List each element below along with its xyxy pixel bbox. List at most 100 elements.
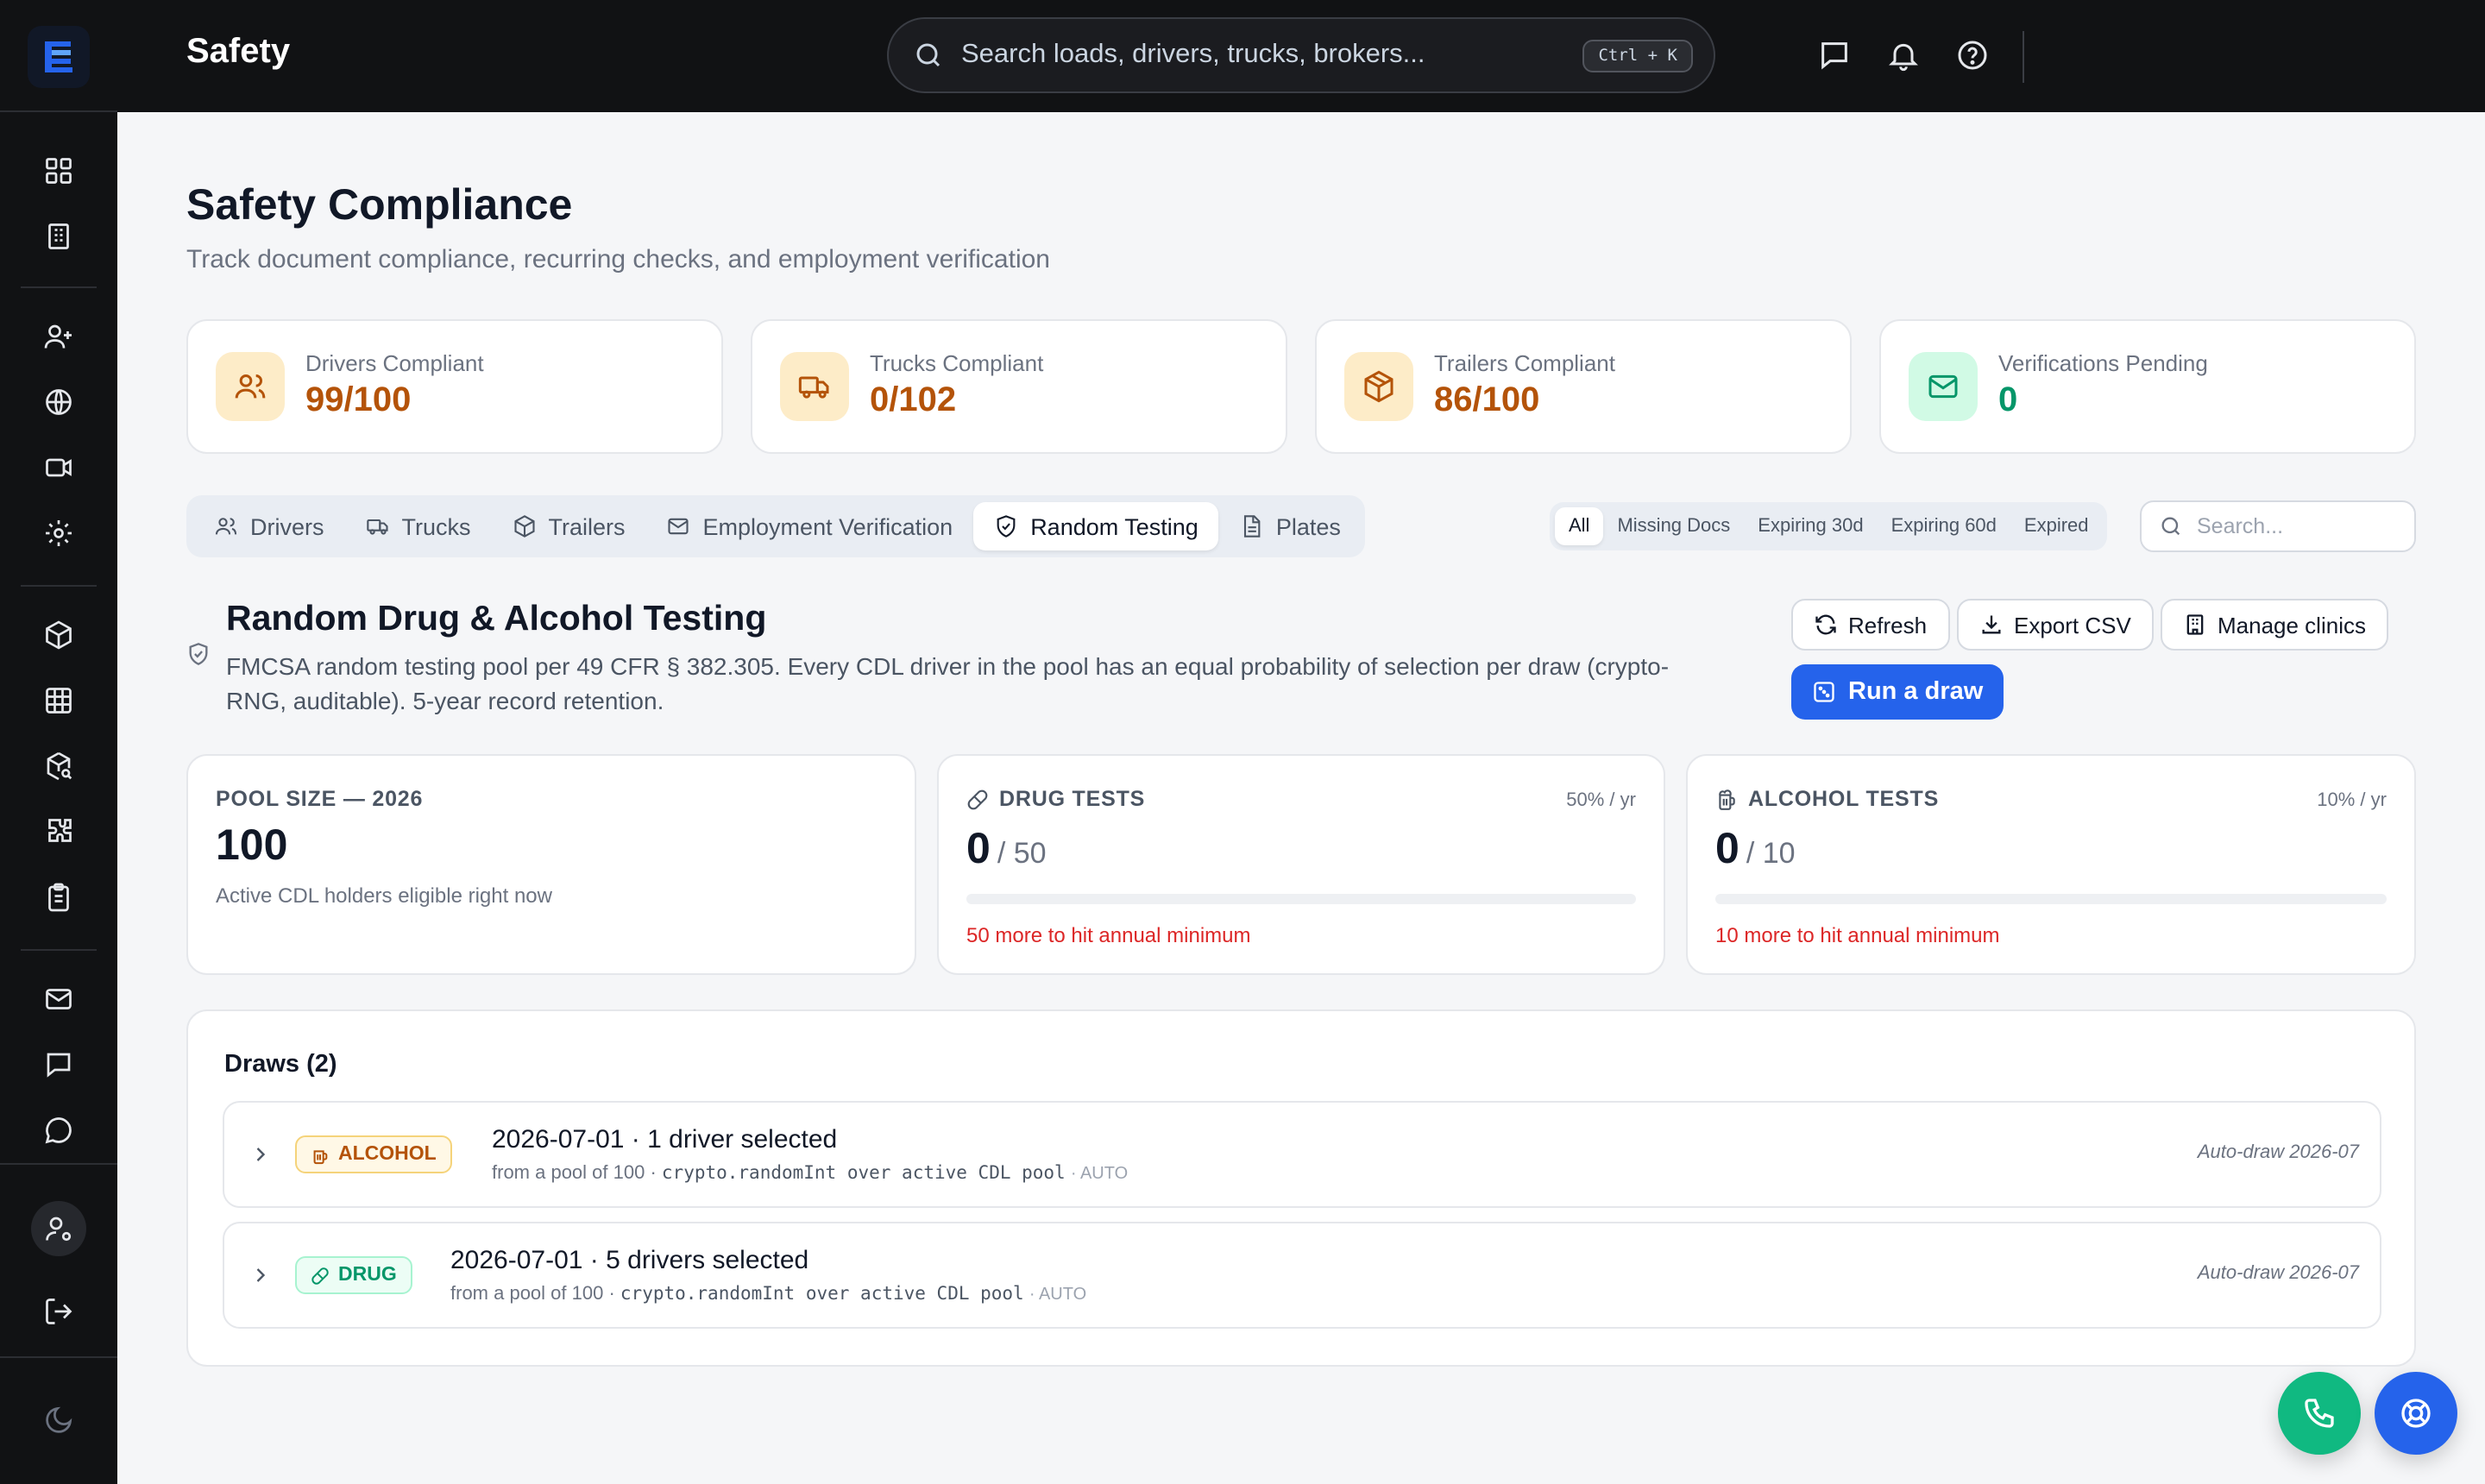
- alcohol-warning: 10 more to hit annual minimum: [1715, 923, 2000, 947]
- kpi-label: Drivers Compliant: [305, 350, 484, 376]
- drug-target: / 50: [997, 837, 1047, 870]
- sidebar-item-messages[interactable]: [28, 1034, 90, 1096]
- draw-headline: 2026-07-01 · 1 driver selected: [492, 1125, 838, 1154]
- draws-panel: Draws (2) ALCOHOL 2026-07-01 · 1 driver …: [186, 1009, 2416, 1367]
- help-button[interactable]: [1952, 35, 1993, 76]
- user-plus-icon: [44, 324, 72, 349]
- page-title: Safety Compliance: [186, 181, 573, 230]
- table-search[interactable]: [2140, 500, 2416, 552]
- dice-icon: [1814, 682, 1834, 702]
- stat-label: DRUG TESTS: [999, 787, 1146, 811]
- tab-trailers[interactable]: Trailers: [492, 502, 646, 550]
- sidebar-item-video[interactable]: [28, 437, 90, 499]
- sidebar-item-chat[interactable]: [28, 1099, 90, 1161]
- kpi-label: Trailers Compliant: [1434, 350, 1615, 376]
- truck-icon: [798, 376, 829, 399]
- support-fab[interactable]: [2375, 1372, 2457, 1455]
- tab-trucks[interactable]: Trucks: [345, 502, 492, 550]
- notifications-button[interactable]: [1883, 35, 1924, 76]
- export-csv-button[interactable]: Export CSV: [1957, 599, 2154, 651]
- sidebar-item-network[interactable]: [28, 371, 90, 433]
- video-icon: [46, 458, 72, 477]
- sidebar-item-mail[interactable]: [28, 968, 90, 1030]
- page-subtitle: Track document compliance, recurring che…: [186, 245, 1050, 274]
- truck-icon: [366, 519, 388, 535]
- tab-plates[interactable]: Plates: [1219, 502, 1362, 550]
- sidebar-item-logout[interactable]: [28, 1280, 90, 1343]
- sidebar-item-packages[interactable]: [28, 604, 90, 666]
- draw-row-alcohol[interactable]: ALCOHOL 2026-07-01 · 1 driver selected f…: [223, 1101, 2381, 1208]
- kpi-card-trucks[interactable]: Trucks Compliant 0/102: [751, 319, 1287, 454]
- building-icon: [48, 223, 69, 249]
- run-draw-label: Run a draw: [1848, 678, 1984, 706]
- draw-type-label: ALCOHOL: [338, 1144, 437, 1165]
- export-csv-label: Export CSV: [2014, 612, 2131, 638]
- draw-type-badge: ALCOHOL: [295, 1135, 452, 1173]
- stat-label: POOL SIZE — 2026: [216, 787, 424, 811]
- drug-done: 0: [966, 825, 991, 873]
- call-fab[interactable]: [2278, 1372, 2361, 1455]
- beer-icon: [1719, 789, 1735, 809]
- kpi-card-trailers[interactable]: Trailers Compliant 86/100: [1315, 319, 1852, 454]
- kpi-value: 0/102: [870, 381, 957, 419]
- draw-mode: · AUTO: [1070, 1165, 1129, 1184]
- logo-icon: [45, 41, 72, 72]
- topbar-title: Safety: [186, 33, 291, 71]
- sidebar-item-inventory[interactable]: [28, 735, 90, 797]
- kpi-card-verifications[interactable]: Verifications Pending 0: [1879, 319, 2416, 454]
- messages-button[interactable]: [1814, 35, 1855, 76]
- moon-icon: [46, 1406, 72, 1433]
- draw-method: crypto.randomInt over active CDL pool: [620, 1284, 1024, 1305]
- clipboard-icon: [48, 883, 69, 912]
- sidebar-divider: [0, 1163, 117, 1165]
- kpi-label: Verifications Pending: [1998, 350, 2208, 376]
- global-search[interactable]: Search loads, drivers, trucks, brokers..…: [887, 17, 1715, 93]
- sidebar-item-settings[interactable]: [28, 502, 90, 564]
- sidebar-divider: [21, 286, 97, 288]
- shield-check-icon: [189, 643, 208, 665]
- drug-rate: 50% / yr: [1566, 790, 1636, 811]
- life-buoy-icon: [2401, 1399, 2431, 1428]
- filter-expired[interactable]: Expired: [2010, 507, 2103, 545]
- draw-method: crypto.randomInt over active CDL pool: [661, 1163, 1066, 1184]
- sidebar-divider: [0, 1356, 117, 1358]
- kpi-label: Trucks Compliant: [870, 350, 1044, 376]
- topbar: Safety Search loads, drivers, trucks, br…: [117, 0, 2485, 112]
- run-draw-button[interactable]: Run a draw: [1791, 664, 2004, 720]
- sidebar-divider: [0, 110, 117, 112]
- search-icon: [2161, 517, 2180, 536]
- sidebar-item-companies[interactable]: [28, 205, 90, 267]
- sidebar-item-table[interactable]: [28, 670, 90, 732]
- tab-label: Random Testing: [1030, 513, 1198, 539]
- filter-missing-docs[interactable]: Missing Docs: [1603, 507, 1744, 545]
- sidebar-item-integrations[interactable]: [28, 801, 90, 863]
- app-logo[interactable]: [28, 26, 90, 88]
- users-icon: [215, 518, 237, 535]
- chevron-right-icon[interactable]: [248, 1142, 273, 1166]
- drug-count: 0/ 50: [966, 825, 1047, 875]
- document-icon: [1244, 515, 1261, 538]
- sidebar-item-account[interactable]: [31, 1201, 86, 1256]
- draw-details: from a pool of 100 · crypto.randomInt ov…: [492, 1163, 1128, 1184]
- tab-random-testing[interactable]: Random Testing: [973, 502, 1219, 550]
- tab-employment-verification[interactable]: Employment Verification: [646, 502, 974, 550]
- sidebar-item-add-user[interactable]: [28, 305, 90, 368]
- filter-expiring-30d[interactable]: Expiring 30d: [1744, 507, 1877, 545]
- refresh-button[interactable]: Refresh: [1791, 599, 1950, 651]
- draw-row-drug[interactable]: DRUG 2026-07-01 · 5 drivers selected fro…: [223, 1222, 2381, 1329]
- gear-icon: [46, 520, 72, 546]
- theme-toggle[interactable]: [28, 1389, 90, 1451]
- kpi-icon-wrap: [1909, 352, 1978, 421]
- filter-expiring-60d[interactable]: Expiring 60d: [1878, 507, 2010, 545]
- table-search-input[interactable]: [2197, 514, 2387, 538]
- manage-clinics-button[interactable]: Manage clinics: [2161, 599, 2388, 651]
- sidebar-item-dashboard[interactable]: [28, 140, 90, 202]
- chevron-right-icon[interactable]: [248, 1263, 273, 1287]
- sidebar-item-clipboard[interactable]: [28, 866, 90, 928]
- refresh-icon: [1815, 614, 1836, 635]
- sidebar-divider: [21, 949, 97, 951]
- drug-warning: 50 more to hit annual minimum: [966, 923, 1251, 947]
- kpi-card-drivers[interactable]: Drivers Compliant 99/100: [186, 319, 723, 454]
- filter-all[interactable]: All: [1555, 507, 1604, 545]
- tab-drivers[interactable]: Drivers: [193, 502, 345, 550]
